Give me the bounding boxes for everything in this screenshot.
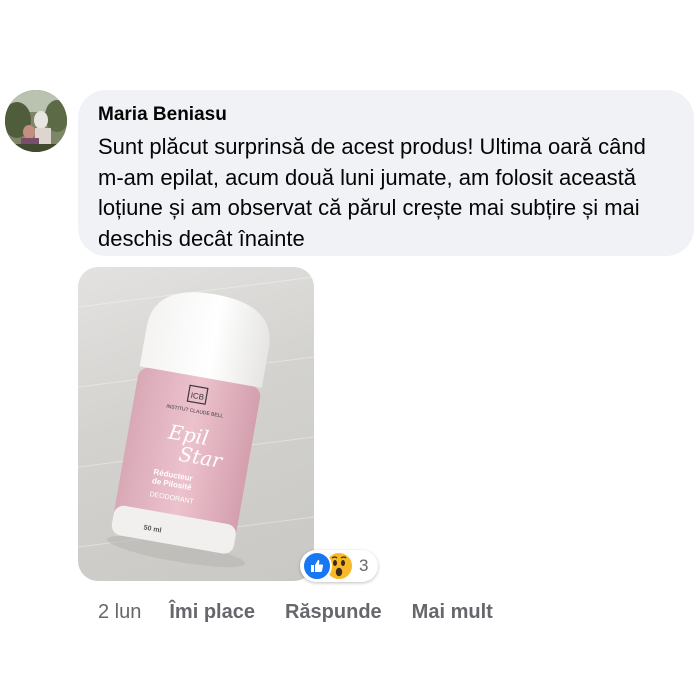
comment-text: Sunt plăcut surprinsă de acest produs! U… (98, 134, 646, 251)
product-photo[interactable]: ICB INSTITUT CLAUDE BELL Epil Star Réduc… (78, 267, 314, 581)
more-button[interactable]: Mai mult (412, 601, 493, 624)
comment-author[interactable]: Maria Beniasu (98, 104, 674, 126)
deodorant-bottle-image: ICB INSTITUT CLAUDE BELL Epil Star Réduc… (78, 276, 314, 568)
like-button[interactable]: Îmi place (169, 601, 255, 624)
avatar[interactable] (5, 90, 67, 152)
reaction-count: 3 (359, 556, 369, 575)
comment-actions: 2 lun Îmi place Răspunde Mai mult (98, 601, 523, 624)
like-icon (302, 551, 332, 581)
comment-bubble: Maria Beniasu Sunt plăcut surprinsă de a… (78, 90, 694, 256)
reactions-summary[interactable]: 3 (300, 550, 379, 582)
reply-button[interactable]: Răspunde (285, 601, 382, 624)
avatar-photo (5, 90, 67, 152)
comment-timestamp[interactable]: 2 lun (98, 601, 141, 624)
